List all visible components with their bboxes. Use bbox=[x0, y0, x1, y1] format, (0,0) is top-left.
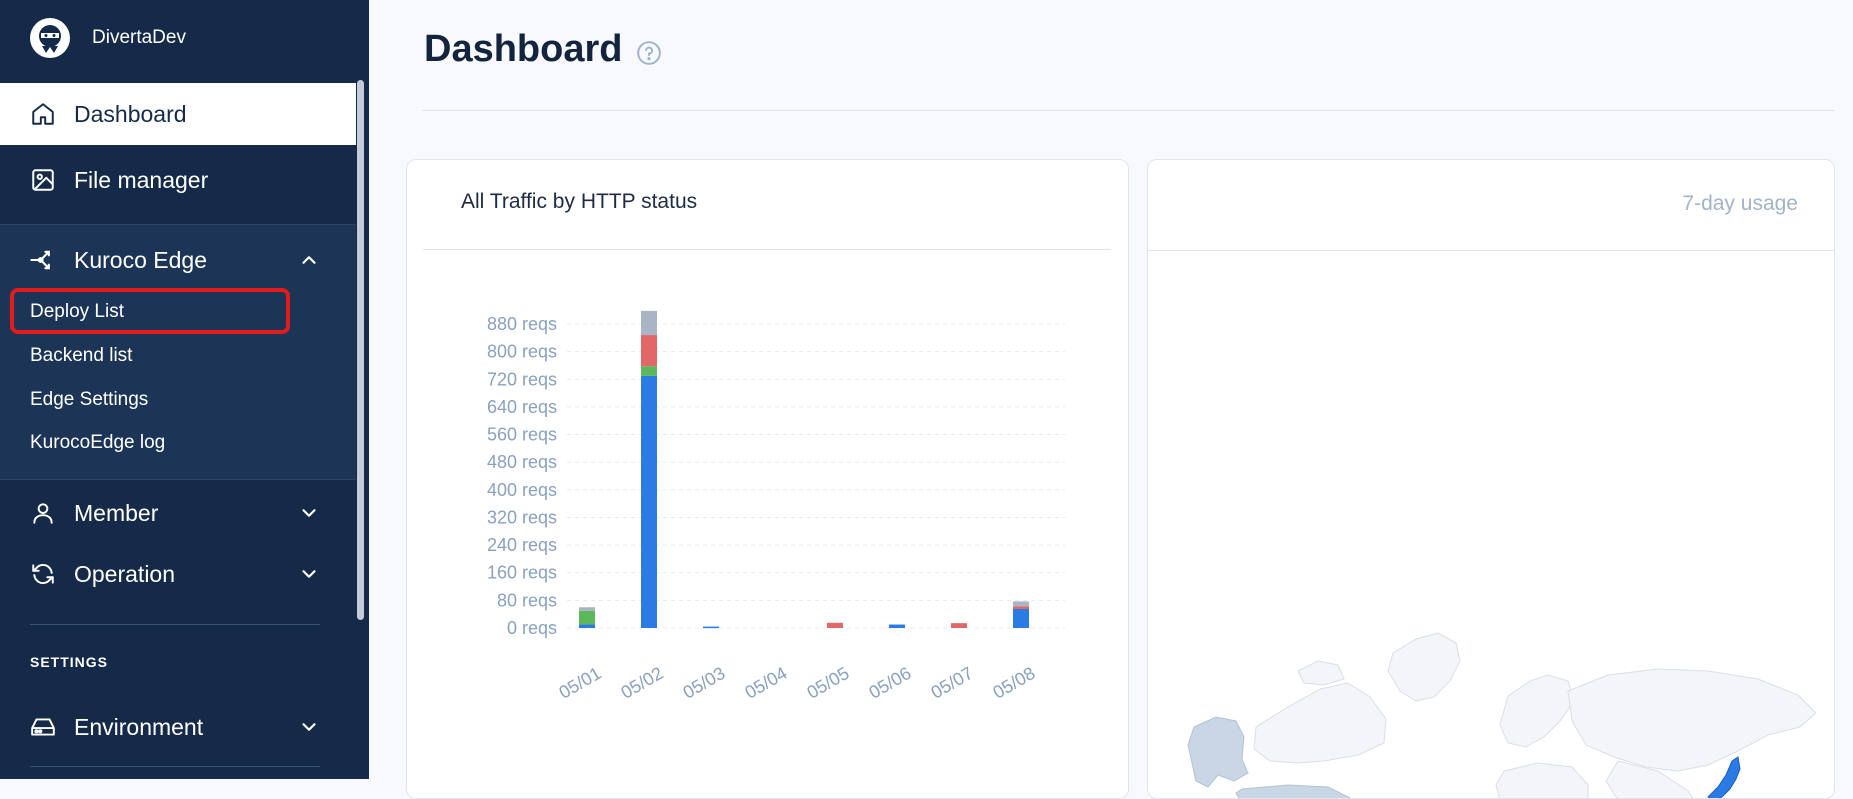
map-region bbox=[1567, 668, 1817, 772]
chevron-down-icon bbox=[302, 723, 316, 731]
ninja-logo-icon bbox=[30, 18, 70, 58]
bar-segment[interactable] bbox=[641, 335, 657, 367]
world-map bbox=[1187, 632, 1817, 798]
y-tick-label: 160 reqs bbox=[487, 563, 557, 583]
home-icon bbox=[28, 99, 58, 129]
sidebar-item-label: Dashboard bbox=[74, 100, 187, 127]
share-icon bbox=[28, 245, 58, 275]
bar-segment[interactable] bbox=[1013, 606, 1029, 609]
sidebar: DivertaDev Dashboard File manager Kuroco… bbox=[0, 0, 369, 779]
map-region bbox=[1495, 762, 1589, 798]
sidebar-item-kuroco-edge[interactable]: Kuroco Edge bbox=[0, 229, 356, 291]
x-tick-label: 05/03 bbox=[679, 663, 728, 703]
map-region-usa bbox=[1235, 784, 1352, 798]
sidebar-item-environment[interactable]: Environment bbox=[0, 696, 356, 758]
bar-segment[interactable] bbox=[827, 622, 843, 628]
x-tick-label: 05/08 bbox=[989, 663, 1038, 703]
x-tick-label: 05/02 bbox=[617, 663, 666, 703]
map-region bbox=[1297, 660, 1345, 686]
bar-segment[interactable] bbox=[1013, 601, 1029, 607]
sidebar-item-label: File manager bbox=[74, 166, 209, 193]
bar-segment[interactable] bbox=[703, 626, 719, 629]
drive-icon bbox=[28, 712, 58, 742]
y-tick-label: 0 reqs bbox=[507, 618, 557, 638]
bar-segment[interactable] bbox=[889, 624, 905, 628]
bar-segment[interactable] bbox=[579, 607, 595, 611]
sidebar-divider bbox=[30, 624, 320, 625]
map-region bbox=[1499, 674, 1575, 748]
sidebar-item-operation[interactable]: Operation bbox=[0, 543, 356, 605]
usage-card-title: 7-day usage bbox=[1682, 192, 1798, 215]
sidebar-item-member[interactable]: Member bbox=[0, 482, 356, 544]
page-title: Dashboard bbox=[424, 28, 623, 70]
sidebar-subitem-edge-settings[interactable]: Edge Settings bbox=[30, 385, 148, 415]
chevron-down-icon bbox=[302, 570, 316, 578]
refresh-icon bbox=[28, 559, 58, 589]
bar-segment[interactable] bbox=[951, 623, 967, 628]
brand[interactable]: DivertaDev bbox=[30, 18, 186, 58]
y-tick-label: 480 reqs bbox=[487, 452, 557, 472]
sidebar-divider bbox=[30, 766, 320, 767]
map-region bbox=[1253, 682, 1387, 764]
brand-name: DivertaDev bbox=[92, 27, 186, 48]
bar-segment[interactable] bbox=[579, 610, 595, 625]
sidebar-subitem-backend-list[interactable]: Backend list bbox=[30, 341, 132, 371]
highlight-box bbox=[10, 288, 290, 334]
bar-segment[interactable] bbox=[641, 366, 657, 376]
x-tick-label: 05/05 bbox=[803, 663, 852, 703]
title-divider bbox=[422, 110, 1835, 111]
help-icon[interactable] bbox=[636, 40, 662, 66]
sidebar-subitem-kurocoedge-log[interactable]: KurocoEdge log bbox=[30, 428, 165, 458]
y-tick-label: 80 reqs bbox=[497, 590, 557, 610]
sidebar-item-label: Operation bbox=[74, 560, 176, 587]
settings-section-label: SETTINGS bbox=[30, 654, 109, 670]
x-tick-label: 05/07 bbox=[927, 663, 976, 703]
y-tick-label: 240 reqs bbox=[487, 535, 557, 555]
bar-segment[interactable] bbox=[641, 310, 657, 336]
chevron-down-icon bbox=[302, 509, 316, 517]
user-icon bbox=[28, 498, 58, 528]
sidebar-item-label: Kuroco Edge bbox=[74, 246, 207, 273]
sidebar-item-label: Environment bbox=[74, 713, 204, 740]
sidebar-item-file-manager[interactable]: File manager bbox=[0, 149, 356, 211]
traffic-chart: 0 reqs 80 reqs 160 reqs 240 reqs 320 reqs 400… bbox=[487, 310, 1065, 703]
x-tick-label: 05/04 bbox=[741, 663, 790, 703]
y-tick-label: 720 reqs bbox=[487, 369, 557, 389]
image-icon bbox=[28, 165, 58, 195]
y-tick-label: 560 reqs bbox=[487, 425, 557, 445]
sidebar-item-label: Member bbox=[74, 499, 159, 526]
x-tick-label: 05/01 bbox=[555, 663, 604, 703]
sidebar-item-dashboard[interactable]: Dashboard bbox=[0, 83, 356, 145]
y-tick-label: 800 reqs bbox=[487, 342, 557, 362]
bar-segment[interactable] bbox=[579, 624, 595, 628]
traffic-card: All Traffic by HTTP status 0 reqs 80 reqs… bbox=[406, 159, 1129, 799]
y-tick-label: 880 reqs bbox=[487, 314, 557, 334]
usage-card: 7-day usage bbox=[1147, 159, 1835, 799]
bar-segment[interactable] bbox=[1013, 609, 1029, 628]
map-region bbox=[1387, 632, 1461, 702]
y-tick-label: 400 reqs bbox=[487, 480, 557, 500]
chevron-up-icon bbox=[302, 256, 316, 264]
map-region-alaska bbox=[1187, 716, 1249, 788]
x-tick-label: 05/06 bbox=[865, 663, 914, 703]
y-tick-label: 320 reqs bbox=[487, 507, 557, 527]
bar-segment[interactable] bbox=[641, 375, 657, 628]
y-tick-label: 640 reqs bbox=[487, 397, 557, 417]
sidebar-scrollbar[interactable] bbox=[357, 80, 364, 620]
